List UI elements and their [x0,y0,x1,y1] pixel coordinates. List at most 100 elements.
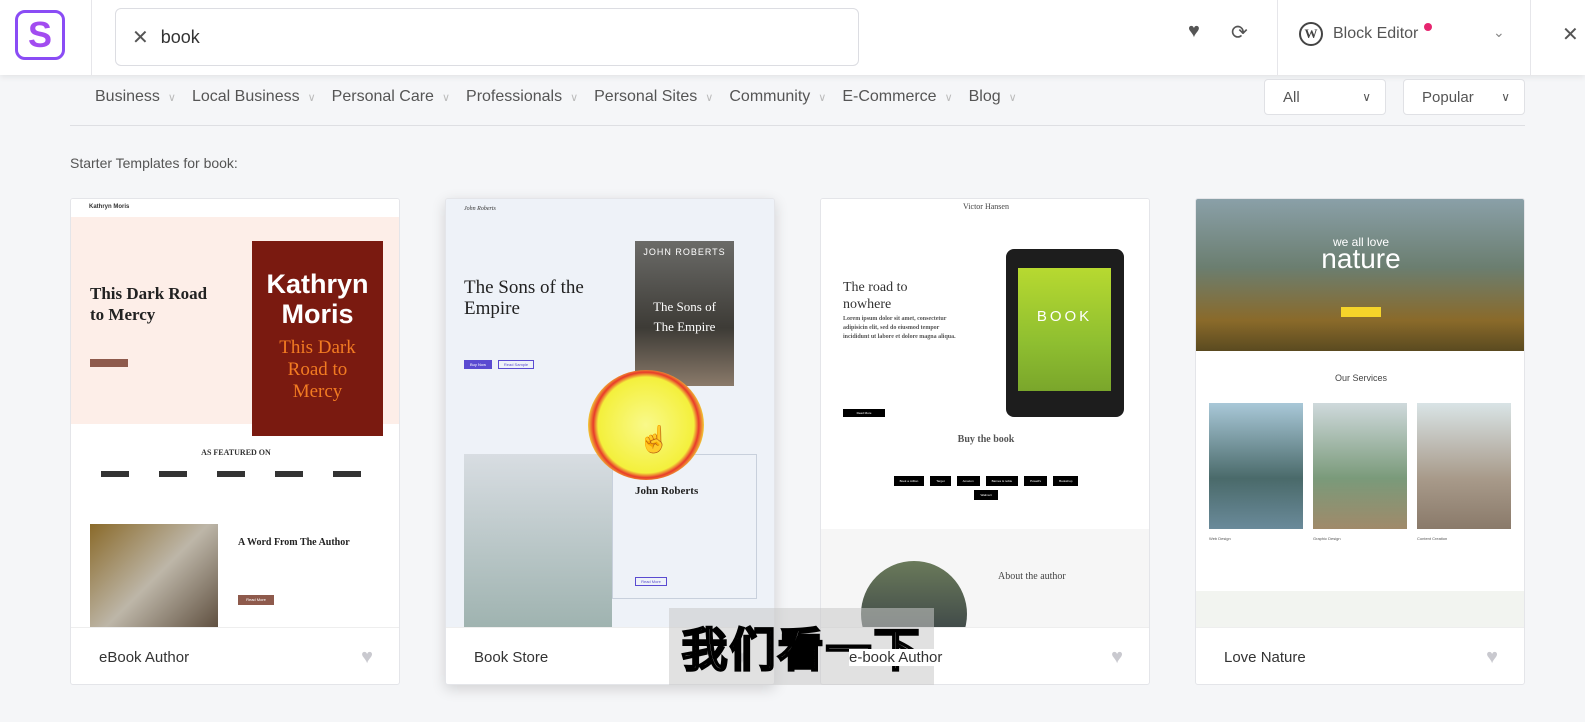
preview-button [1341,307,1381,317]
chevron-down-icon: ∨ [1362,90,1371,104]
preview-about-title: About the author [998,571,1066,582]
chevron-down-icon: ∨ [441,91,451,104]
preview-footer-band [1196,591,1524,627]
category-personal-sites[interactable]: Personal Sites ∨ [594,88,713,106]
cover-title: This Dark Road to Mercy [279,337,356,402]
preview-read-more: Read More [238,595,274,605]
category-nav: Business ∨ Local Business ∨ Personal Care ∨… [95,88,1033,106]
preview-title: The Sons of the Empire [464,277,584,319]
preview-site-name: John Roberts [464,206,496,212]
category-label: Personal Sites [594,88,698,105]
category-local-business[interactable]: Local Business ∨ [192,88,316,106]
template-name: eBook Author [99,648,190,666]
hand-cursor-icon: ☝ [638,424,671,454]
template-card-love-nature[interactable]: we all love nature Our Services Web Desi… [1195,198,1525,685]
preview-service-image [1313,403,1407,529]
template-card-ebook-author[interactable]: Kathryn Moris This Dark Road to Mercy Ka… [70,198,400,685]
cover-author: JOHN ROBERTS [643,247,726,257]
app-logo: S [15,10,65,60]
top-bar: S ✕ ♥ ⟳ W Block Editor ⌄ ✕ [0,0,1585,75]
preview-section-title: Buy the book [957,434,1015,445]
store-button: Book a million [893,476,925,486]
cover-author: Kathryn Moris [266,269,369,329]
preview-ereader: BOOK [1006,249,1124,417]
preview-lead: Lorem ipsum dolor sit amet, consectetur … [843,316,956,340]
category-label: Business [95,88,160,105]
store-button: Powell's [1024,476,1048,486]
store-button: Bookshop [1053,476,1079,486]
template-preview[interactable]: Kathryn Moris This Dark Road to Mercy Ka… [71,199,399,627]
preview-service-label: Graphic Design [1313,536,1341,541]
chevron-down-icon: ∨ [1008,91,1017,104]
chevron-down-icon: ∨ [570,91,579,104]
preview-bio-name: John Roberts [635,485,699,497]
store-button: Amazon [956,476,980,486]
preview-logos [101,471,371,477]
category-label: Blog [968,88,1001,105]
chevron-down-icon: ∨ [705,91,714,104]
template-preview[interactable]: we all love nature Our Services Web Desi… [1196,199,1524,627]
category-label: Community [729,88,811,105]
search-box: ✕ [115,8,859,66]
preview-service-image [1209,403,1303,529]
divider [1530,0,1531,75]
category-label: Local Business [191,88,300,105]
results-label: Starter Templates for book: [70,155,238,171]
preview-hero-big: nature [1321,243,1401,274]
select-value: All [1283,88,1300,106]
preview-site-name: Kathryn Moris [89,204,130,210]
heart-icon[interactable]: ♥ [361,646,373,669]
chevron-down-icon: ∨ [307,91,316,104]
notification-dot [1424,23,1433,31]
category-blog[interactable]: Blog ∨ [969,88,1017,106]
type-filter-select[interactable]: All ∨ [1264,79,1386,115]
store-button: Barnes & noble [985,476,1019,486]
category-business[interactable]: Business ∨ [95,88,176,106]
category-label: Personal Care [331,88,434,105]
preview-book-cover: Kathryn Moris This Dark Road to Mercy [252,241,383,436]
category-label: E-Commerce [842,88,937,105]
subtitle-text: 我们看一下 [681,622,922,678]
preview-read-more: Read More [843,409,885,417]
heart-icon[interactable]: ♥ [1486,646,1498,669]
cover-title: BOOK [1018,268,1111,391]
category-label: Professionals [466,88,563,105]
category-professionals[interactable]: Professionals ∨ [466,88,578,106]
editor-selector[interactable]: W Block Editor [1299,22,1433,46]
divider [1277,0,1278,75]
preview-read-more: Read More [635,577,667,586]
chevron-down-icon: ∨ [944,91,953,104]
category-community[interactable]: Community ∨ [729,88,826,106]
preview-title: This Dark Road to Mercy [90,284,208,324]
editor-label: Block Editor [1333,25,1419,42]
preview-sample-button: Read Sample [498,360,534,369]
category-personal-care[interactable]: Personal Care ∨ [332,88,450,106]
refresh-icon[interactable]: ⟳ [1231,20,1248,45]
chevron-down-icon: ∨ [167,91,176,104]
preview-button [90,359,128,367]
divider [91,0,92,75]
chevron-down-icon: ∨ [818,91,827,104]
template-name: Book Store [474,648,549,666]
template-preview[interactable]: Victor Hansen The road to nowhere Lorem … [821,199,1149,627]
category-e-commerce[interactable]: E-Commerce ∨ [842,88,952,106]
chevron-down-icon[interactable]: ⌄ [1493,24,1505,41]
preview-store-buttons: Book a million Target Amazon Barnes & no… [891,476,1081,500]
divider [70,125,1525,126]
preview-title: The road to nowhere [843,280,908,312]
select-value: Popular [1422,88,1474,106]
search-input[interactable] [160,26,811,48]
sort-select[interactable]: Popular ∨ [1403,79,1525,115]
close-icon[interactable]: ✕ [132,25,149,50]
preview-author-photo [90,524,218,627]
heart-icon[interactable]: ♥ [1188,20,1200,43]
heart-icon[interactable]: ♥ [1111,646,1123,669]
chevron-down-icon: ∨ [1501,90,1510,104]
preview-book-cover: JOHN ROBERTS The Sons of The Empire [635,241,734,386]
preview-site-name: Victor Hansen [963,202,1009,211]
preview-featured: AS FEATURED ON [201,448,271,457]
close-icon[interactable]: ✕ [1562,22,1579,47]
preview-hero [1196,199,1524,351]
preview-service-label: Content Creation [1417,536,1448,541]
card-footer: eBook Author ♥ [71,627,399,684]
